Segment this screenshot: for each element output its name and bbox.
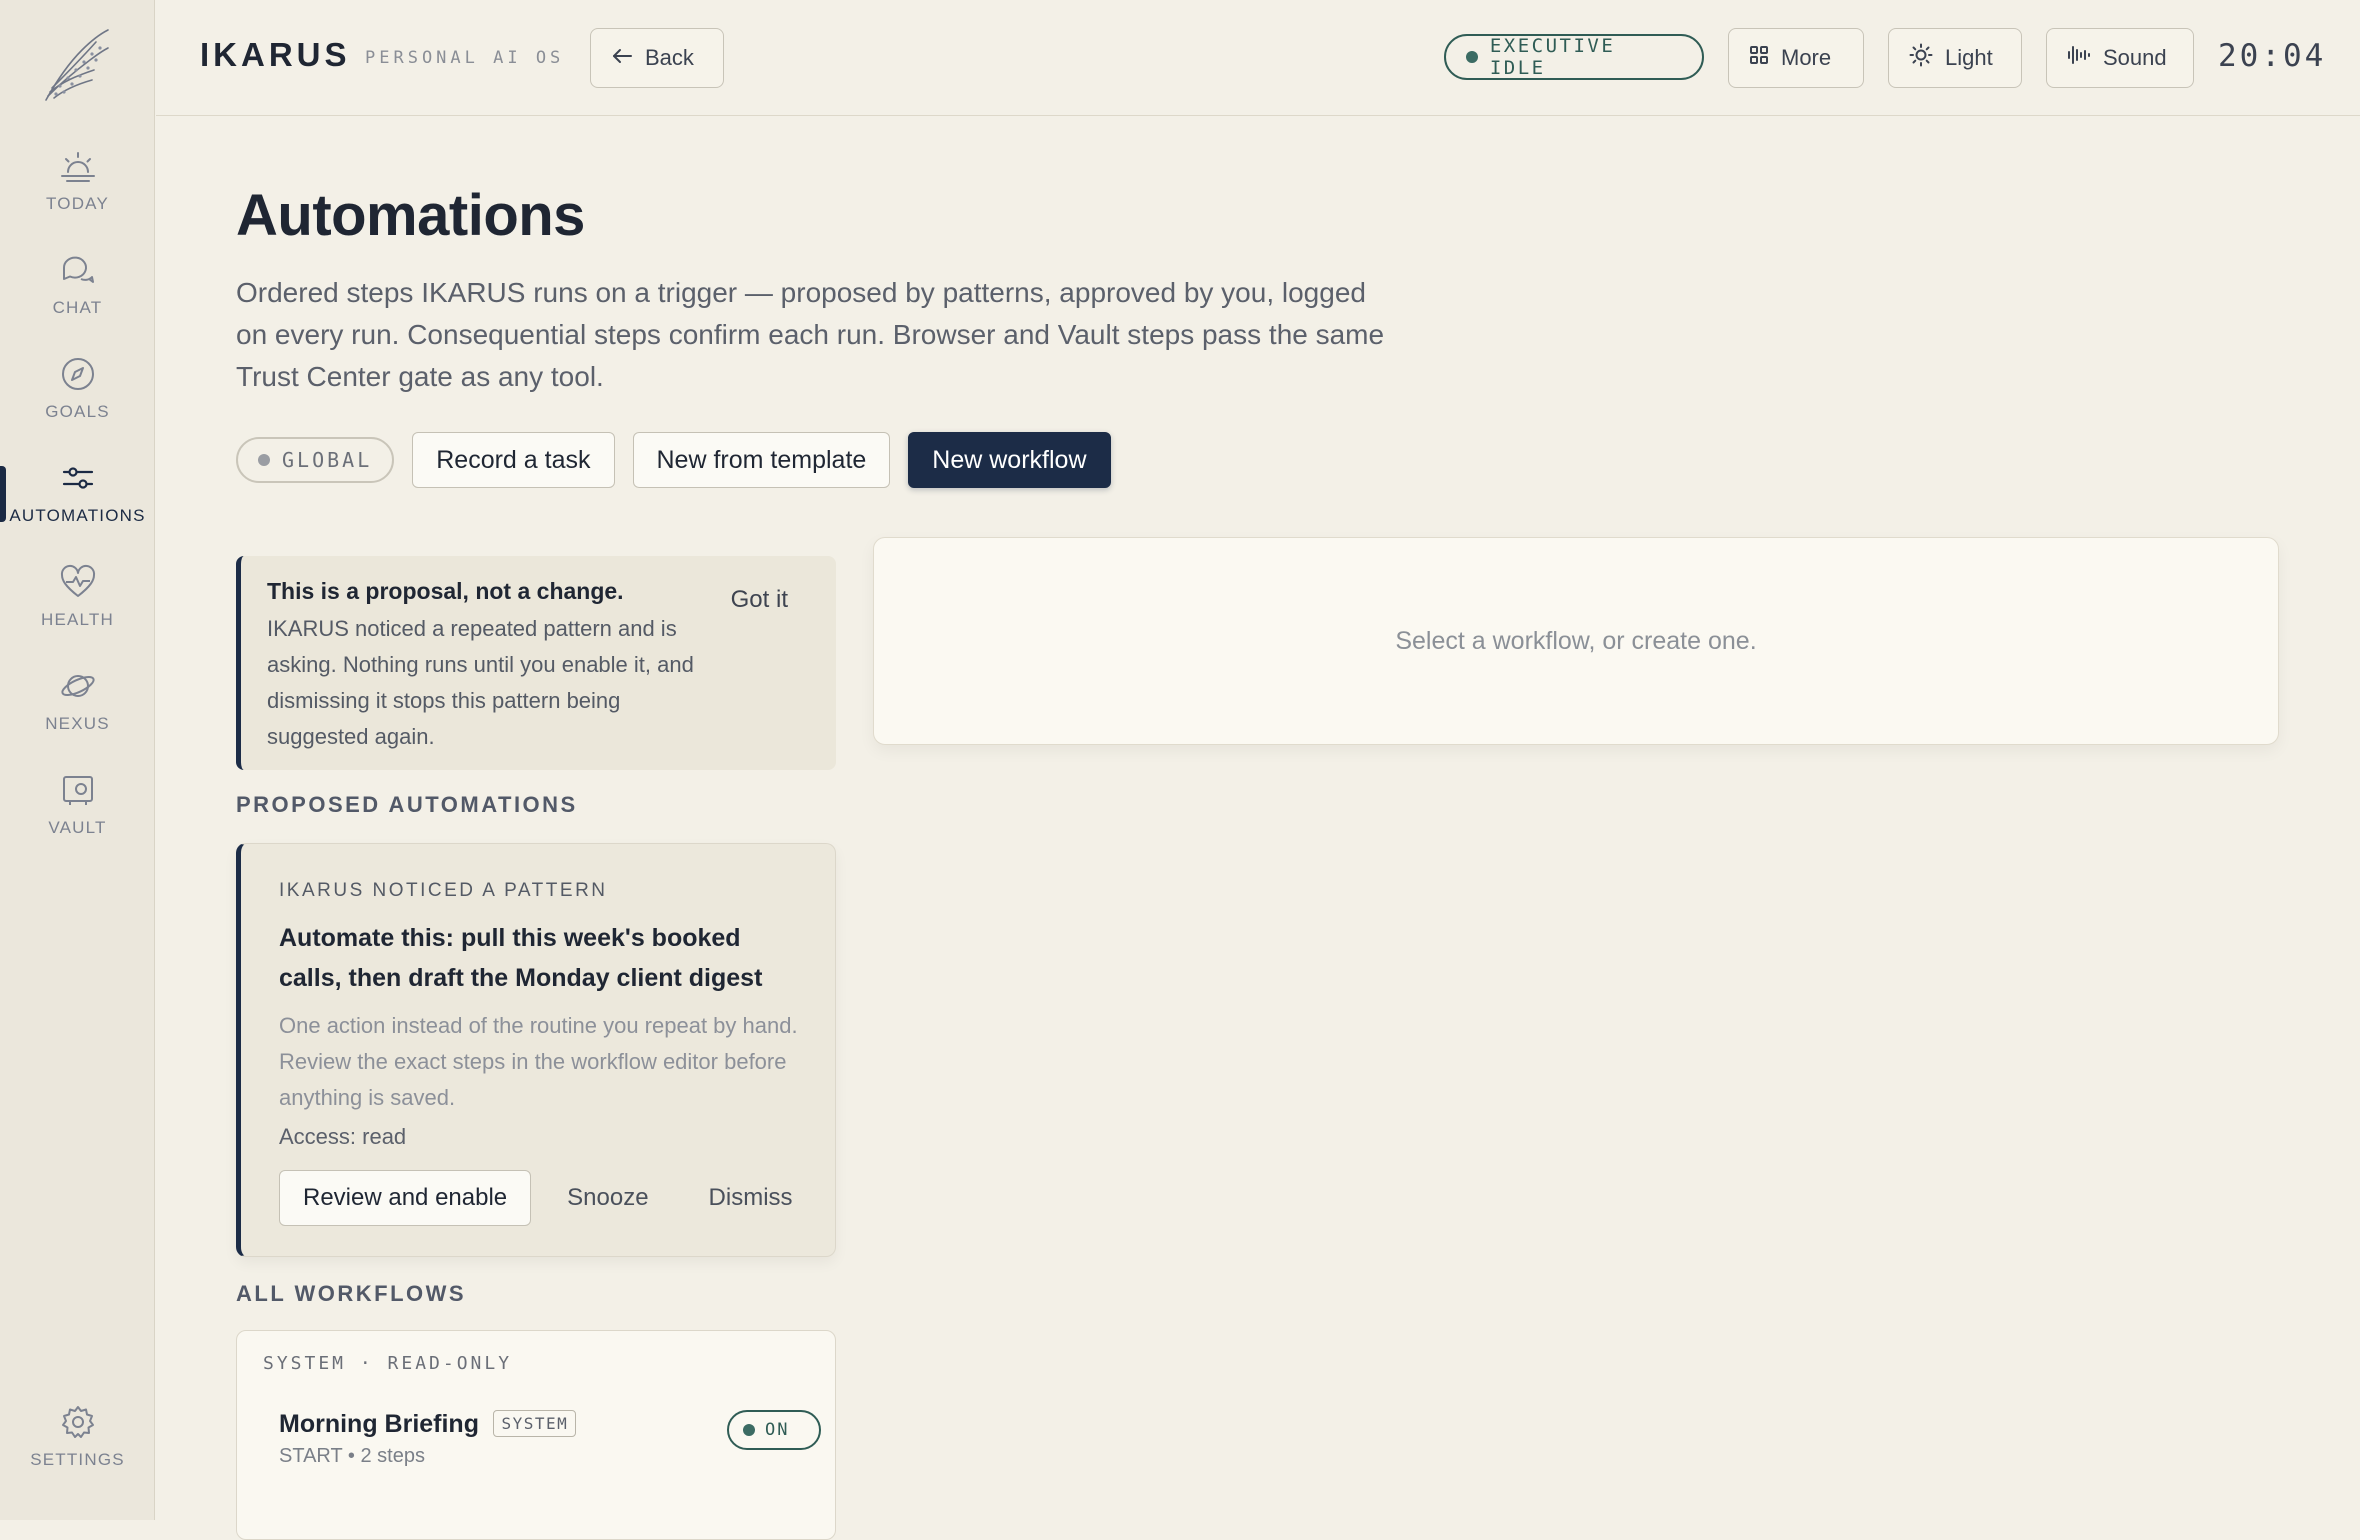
page-actions: GLOBAL Record a task New from template N…: [236, 432, 1111, 488]
workflow-group-label: SYSTEM · READ-ONLY: [263, 1353, 513, 1374]
dismiss-button[interactable]: Dismiss: [709, 1184, 793, 1212]
proposed-heading: PROPOSED AUTOMATIONS: [236, 792, 578, 817]
sunrise-icon: [58, 146, 98, 186]
sound-button[interactable]: Sound: [2046, 28, 2194, 88]
snooze-button[interactable]: Snooze: [567, 1184, 648, 1212]
system-badge: SYSTEM: [493, 1410, 577, 1437]
sidebar-item-nexus[interactable]: NEXUS: [0, 666, 155, 752]
status-dot-icon: [1466, 51, 1478, 63]
grid-icon: [1749, 45, 1769, 71]
heart-pulse-icon: [58, 562, 98, 602]
sidebar-item-label: VAULT: [48, 818, 107, 837]
scope-label: GLOBAL: [282, 448, 373, 472]
back-button[interactable]: Back: [590, 28, 724, 88]
sidebar-item-today[interactable]: TODAY: [0, 146, 155, 232]
sidebar-item-chat[interactable]: CHAT: [0, 250, 155, 336]
proposal-title: Automate this: pull this week's booked c…: [279, 924, 763, 992]
back-label: Back: [645, 45, 694, 70]
detail-empty-text: Select a workflow, or create one.: [1395, 626, 1757, 655]
vault-icon: [58, 770, 98, 810]
sidebar-item-label: TODAY: [46, 194, 109, 213]
sidebar-item-health[interactable]: HEALTH: [0, 562, 155, 648]
workflow-row[interactable]: Morning Briefing SYSTEM START • 2 steps …: [263, 1410, 821, 1468]
workflow-group-card: SYSTEM · READ-ONLY Morning Briefing SYST…: [236, 1330, 836, 1540]
sound-wave-icon: [2067, 44, 2091, 72]
more-label: More: [1781, 45, 1832, 70]
compass-icon: [58, 354, 98, 394]
sun-icon: [1909, 43, 1933, 73]
sidebar-item-label: GOALS: [45, 402, 110, 421]
sliders-icon: [58, 458, 98, 498]
scope-dot-icon: [258, 454, 270, 466]
proposal-actions: Review and enable Snooze Dismiss: [279, 1170, 799, 1226]
sidebar-item-goals[interactable]: GOALS: [0, 354, 155, 440]
sidebar-item-label: HEALTH: [40, 610, 114, 629]
review-and-enable-button[interactable]: Review and enable: [279, 1170, 532, 1226]
theme-toggle-button[interactable]: Light: [1888, 28, 2022, 88]
page-title: Automations: [236, 183, 585, 248]
workflow-meta: START • 2 steps: [279, 1445, 425, 1467]
status-badge[interactable]: EXECUTIVE IDLE: [1444, 34, 1704, 80]
sidebar-item-automations[interactable]: AUTOMATIONS: [0, 458, 155, 544]
proposal-notice: This is a proposal, not a change. IKARUS…: [236, 556, 836, 770]
new-from-template-button[interactable]: New from template: [632, 432, 891, 488]
app-subtitle: PERSONAL AI OS: [365, 48, 565, 68]
clock: 20:04: [2218, 38, 2327, 74]
notice-body: IKARUS noticed a repeated pattern and is…: [267, 616, 694, 749]
workflow-on-toggle[interactable]: ON: [727, 1410, 821, 1450]
sidebar-item-label: SETTINGS: [30, 1450, 125, 1469]
sidebar-item-label: CHAT: [52, 298, 103, 317]
toggle-dot-icon: [743, 1424, 755, 1436]
workflow-detail-panel: Select a workflow, or create one.: [873, 537, 2279, 745]
proposed-automation-card: IKARUS NOTICED A PATTERN Automate this: …: [236, 843, 836, 1257]
all-workflows-heading: ALL WORKFLOWS: [236, 1281, 467, 1306]
page-description: Ordered steps IKARUS runs on a trigger —…: [236, 277, 1385, 392]
theme-label: Light: [1945, 45, 1993, 70]
app-brand: IKARUS: [200, 36, 351, 73]
proposal-access: Access: read: [279, 1124, 407, 1149]
got-it-button[interactable]: Got it: [731, 586, 788, 614]
notice-title: This is a proposal, not a change.: [267, 578, 624, 604]
scope-pill[interactable]: GLOBAL: [236, 437, 395, 483]
record-task-button[interactable]: Record a task: [412, 432, 615, 488]
workflow-name: Morning Briefing: [279, 1410, 479, 1438]
sound-label: Sound: [2103, 45, 2167, 70]
status-label: EXECUTIVE IDLE: [1489, 35, 1616, 79]
sidebar-item-label: NEXUS: [45, 714, 110, 733]
planet-icon: [58, 666, 98, 706]
sidebar: TODAY CHAT GOALS AUTOMATIONS HEALTH NEXU…: [0, 0, 155, 1520]
arrow-left-icon: [611, 45, 633, 71]
proposal-body: One action instead of the routine you re…: [279, 1013, 798, 1110]
toggle-label: ON: [765, 1420, 790, 1440]
more-button[interactable]: More: [1728, 28, 1864, 88]
gear-icon: [58, 1402, 98, 1442]
new-workflow-button[interactable]: New workflow: [908, 432, 1111, 488]
sidebar-item-label: AUTOMATIONS: [9, 506, 146, 525]
sidebar-item-vault[interactable]: VAULT: [0, 770, 155, 856]
proposal-eyebrow: IKARUS NOTICED A PATTERN: [279, 880, 608, 901]
top-bar: IKARUS PERSONAL AI OS Back EXECUTIVE IDL…: [156, 0, 2360, 116]
ikarus-wing-logo[interactable]: [38, 26, 112, 106]
chat-bubbles-icon: [58, 250, 98, 290]
sidebar-item-settings[interactable]: SETTINGS: [0, 1402, 155, 1488]
